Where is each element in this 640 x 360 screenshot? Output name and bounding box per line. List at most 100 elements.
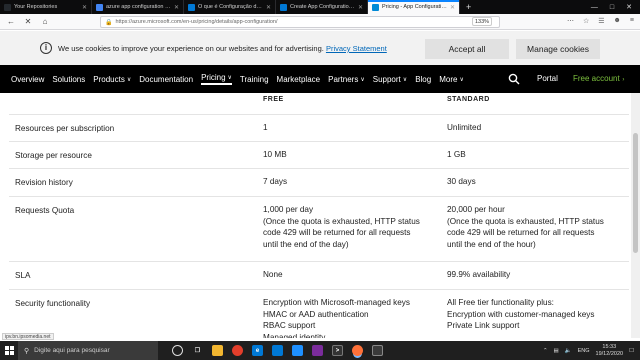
nav-item-products[interactable]: Products ∨ [93,75,131,84]
home-icon[interactable]: ⌂ [40,17,50,26]
privacy-statement-link[interactable]: Privacy Statement [326,44,387,53]
store-icon[interactable] [272,345,283,356]
nav-item-pricing[interactable]: Pricing ∨ [201,73,232,85]
free-account-link[interactable]: Free account › [573,74,624,83]
taskbar-search-input[interactable]: ⚲ Digite aqui para pesquisar [18,341,158,360]
notification-icon[interactable]: ☐ [629,348,634,354]
browser-tab-title: azure app configuration - Pesq [106,4,172,10]
language-indicator[interactable]: ENG [578,348,590,354]
firefox-icon[interactable] [352,345,363,356]
browser-tab[interactable]: Your Repositories ✕ [0,0,92,14]
standard-cell: Unlimited [447,122,627,134]
nav-item-partners[interactable]: Partners ∨ [328,75,365,84]
nav-item-solutions[interactable]: Solutions [52,75,85,84]
free-cell: 10 MB [263,149,443,161]
table-row: Security functionality Encryption with Mi… [9,289,629,338]
github-icon [4,3,11,11]
file-explorer-icon[interactable] [212,345,223,356]
nav-item-label: Marketplace [276,74,321,84]
google-icon [96,3,103,11]
url-bar[interactable]: 🔒 https://azure.microsoft.com/en-us/pric… [100,16,500,28]
menu-icon[interactable]: ≡ [630,17,634,25]
lock-icon: 🔒 [105,19,113,26]
nav-item-blog[interactable]: Blog [415,75,431,84]
cell-line: None [263,270,283,279]
cell-line: Encryption with Microsoft-managed keys [263,298,410,307]
cell-line: until the end of the day) [263,239,349,249]
edge-icon[interactable]: e [252,345,263,356]
close-tab-icon[interactable]: ✕ [358,4,363,11]
cell-line: RBAC support [263,321,316,330]
close-tab-icon[interactable]: ✕ [450,4,455,11]
scrollbar-thumb[interactable] [633,133,638,253]
close-tab-icon[interactable]: ✕ [82,4,87,11]
browser-tab[interactable]: O que é Configuração de Apl ✕ [184,0,276,14]
nav-item-documentation[interactable]: Documentation [139,75,193,84]
nav-item-more[interactable]: More ∨ [439,75,464,84]
nav-item-label: More [439,74,458,84]
search-icon[interactable] [508,73,520,85]
windows-taskbar: ⚲ Digite aqui para pesquisar ❐ e > ⌃ ▤ 🔈… [0,341,640,360]
nav-item-support[interactable]: Support ∨ [373,75,407,84]
nav-item-marketplace[interactable]: Marketplace [277,75,321,84]
close-tab-icon[interactable]: ✕ [266,4,271,11]
more-actions-icon[interactable]: ⋯ [567,17,574,25]
cell-line: Encryption with customer-managed keys [447,309,595,319]
nav-item-label: Support [372,74,401,84]
browser-tab-title: Pricing - App Configuration | M [382,4,448,10]
nav-item-label: Solutions [52,74,86,84]
chrome-icon[interactable] [232,345,243,356]
manage-cookies-button[interactable]: Manage cookies [516,39,600,59]
windows-start-icon[interactable] [0,341,18,360]
table-row: Requests Quota 1,000 per day (Once the quo… [9,196,629,261]
browser-tab[interactable]: Create App Configuration - Mi ✕ [276,0,368,14]
table-row: SLA None 99.9% availability [9,261,629,289]
portal-link[interactable]: Portal [537,74,558,83]
free-account-label: Free account [573,74,620,83]
visual-studio-code-icon[interactable] [292,345,303,356]
bookmark-star-icon[interactable]: ☆ [583,17,589,25]
terminal-icon[interactable]: > [332,345,343,356]
cell-line: until the end of the hour) [447,239,536,249]
cookie-message-text: We use cookies to improve your experienc… [58,44,324,53]
network-icon[interactable]: ▤ [554,348,559,354]
new-tab-button[interactable]: + [460,0,477,14]
accept-all-button[interactable]: Accept all [425,39,509,59]
volume-icon[interactable]: 🔈 [565,348,572,354]
cell-line: Private Link support [447,321,520,330]
url-text: https://azure.microsoft.com/en-us/pricin… [115,19,278,25]
task-view-icon[interactable]: ❐ [192,345,203,356]
account-icon[interactable]: ☻ [614,17,621,25]
nav-item-overview[interactable]: Overview [11,75,44,84]
cell-line: code 429 will be returned for all reques… [447,228,595,237]
browser-tab[interactable]: Pricing - App Configuration | M✕ [368,0,460,14]
maximize-icon[interactable]: □ [610,4,614,11]
library-icon[interactable]: ☰ [598,17,604,25]
cortana-icon[interactable] [172,345,183,356]
page-scrollbar[interactable] [631,93,640,338]
back-icon[interactable]: ← [6,17,16,26]
info-icon: i [40,42,52,54]
cell-line: 1,000 per day [263,205,314,214]
free-cell: None [263,269,443,281]
cell-line: (Once the quota is exhausted, HTTP statu… [263,216,420,226]
chevron-up-icon[interactable]: ⌃ [543,348,548,354]
nav-item-training[interactable]: Training [240,75,269,84]
cell-line: 1 [263,123,268,132]
table-row: Revision history 7 days 30 days [9,168,629,196]
nav-item-label: Partners [328,74,359,84]
minimize-icon[interactable]: — [591,4,598,11]
close-window-icon[interactable]: ✕ [626,3,632,11]
cookie-banner: i We use cookies to improve your experie… [0,31,640,65]
close-tab-icon[interactable]: ✕ [174,4,179,11]
visual-studio-icon[interactable] [312,345,323,356]
system-tray: ⌃ ▤ 🔈 ENG 15:33 19/12/2020 ☐ [543,341,640,360]
zoom-indicator[interactable]: 133% [472,17,493,26]
cell-line: 10 MB [263,150,287,159]
stop-icon[interactable]: ✕ [23,17,33,26]
clock[interactable]: 15:33 19/12/2020 [596,344,624,357]
app-icon[interactable] [372,345,383,356]
browser-tab[interactable]: azure app configuration - Pesq✕ [92,0,184,14]
status-url: ipv.bn.ipsomedia.net [2,333,54,340]
microsoft-docs-icon [188,3,195,11]
